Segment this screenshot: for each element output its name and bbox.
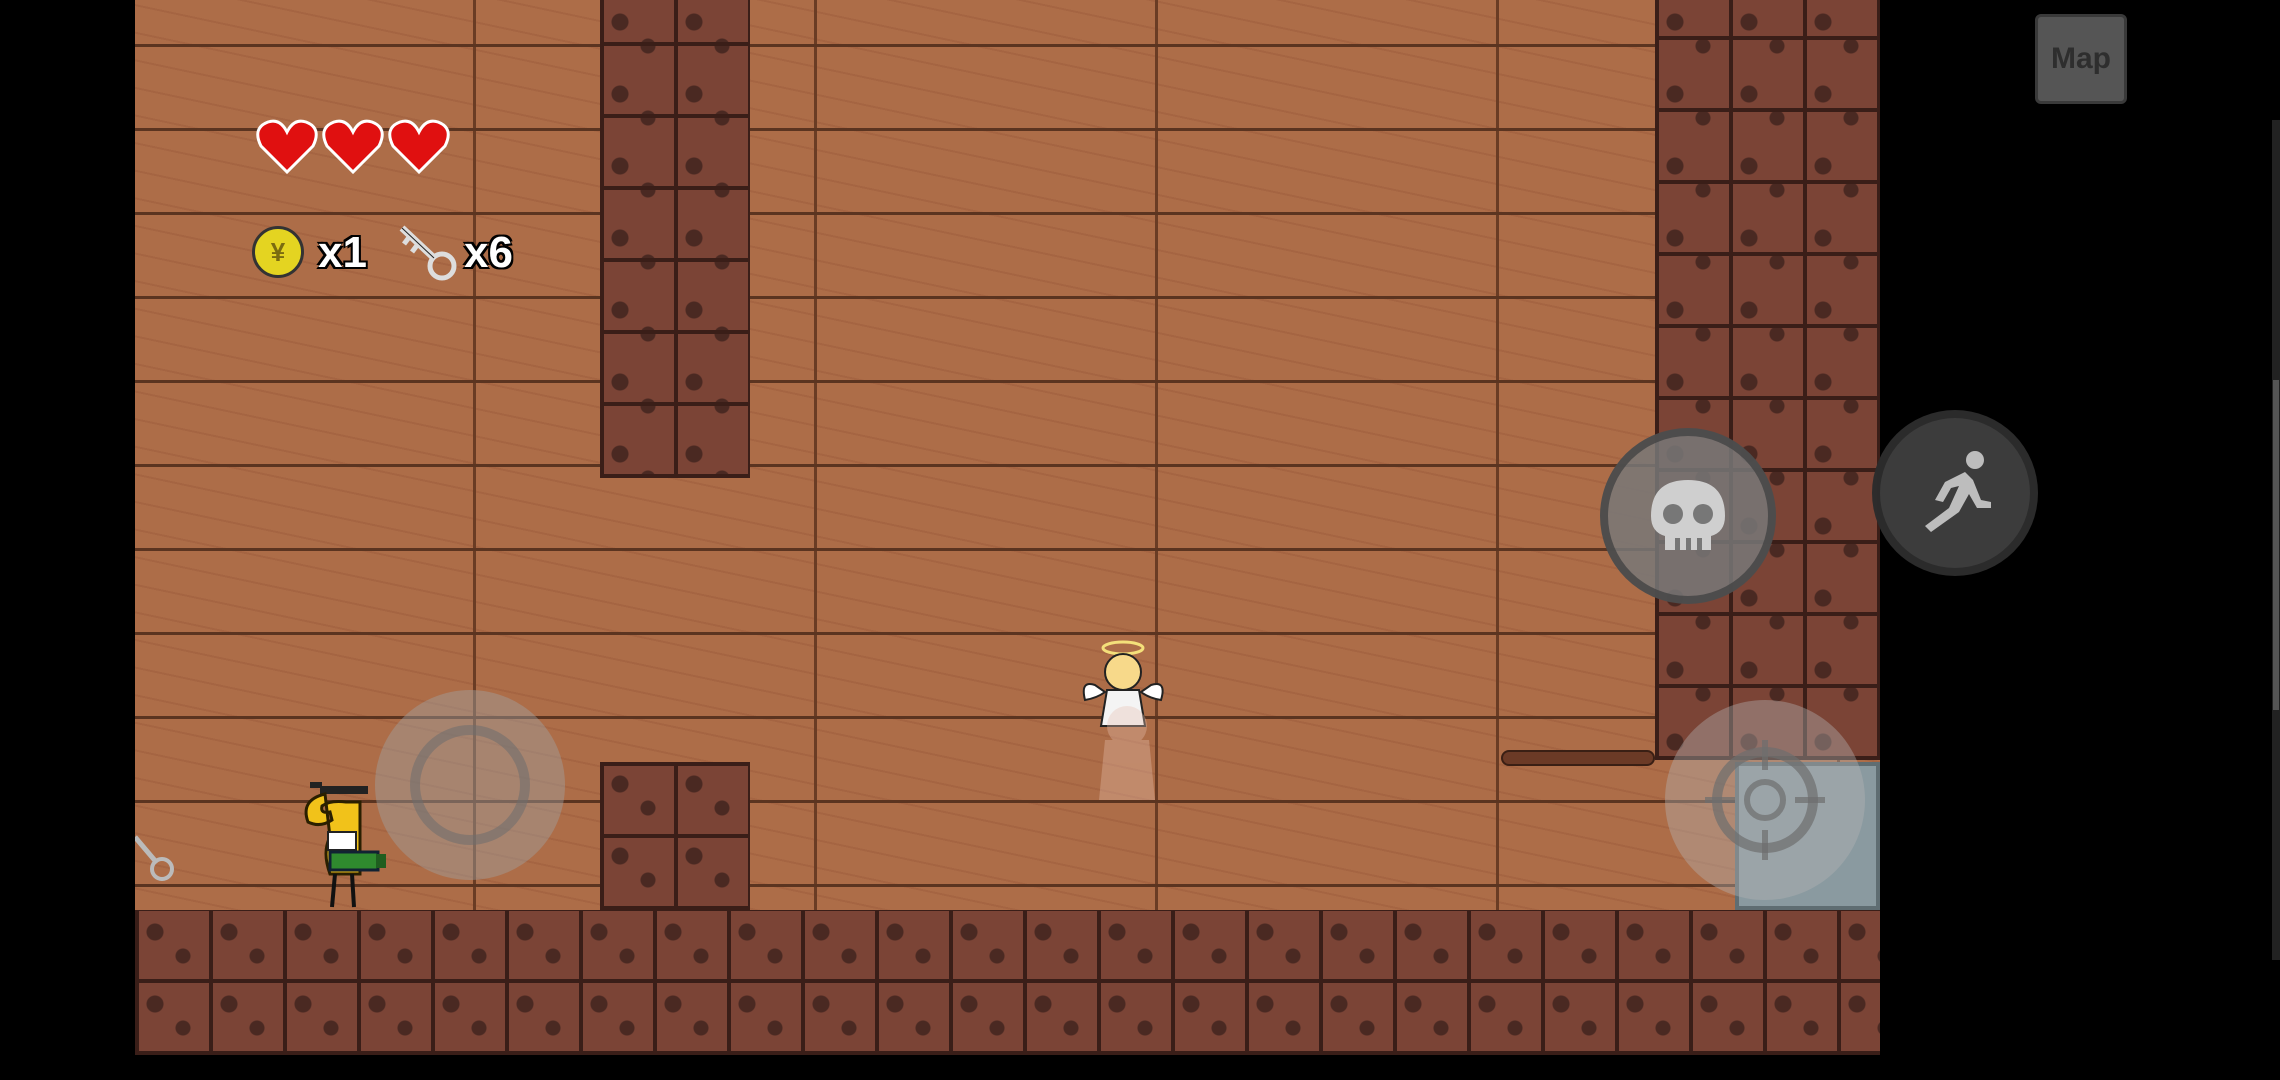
- map-button[interactable]: Map: [2035, 14, 2127, 104]
- brick-pillar-top: [600, 0, 750, 478]
- movement-joystick[interactable]: [375, 690, 565, 880]
- brick-pillar-bottom: [600, 762, 750, 910]
- heart-icon: [388, 119, 450, 174]
- aim-joystick[interactable]: [1665, 700, 1865, 900]
- attack-button[interactable]: [1600, 428, 1776, 604]
- scrollbar-thumb[interactable]: [2273, 380, 2279, 710]
- running-man-icon: [1925, 451, 1991, 532]
- skull-icon: [1651, 480, 1725, 550]
- heart-icon: [322, 119, 384, 174]
- coin-icon: ¥: [252, 226, 304, 278]
- crosshair-icon: [1705, 740, 1825, 860]
- coin-count: x1: [318, 228, 367, 277]
- key-icon: [399, 225, 457, 281]
- key-count: x6: [464, 228, 513, 277]
- brick-wall-right: [1655, 0, 1880, 760]
- heart-icon: [256, 119, 318, 174]
- dash-button[interactable]: [1872, 410, 2038, 576]
- wooden-ledge: [1503, 752, 1653, 764]
- key-pickup: [135, 835, 174, 881]
- angel-npc: [1082, 640, 1164, 800]
- brick-floor: [135, 910, 1880, 1055]
